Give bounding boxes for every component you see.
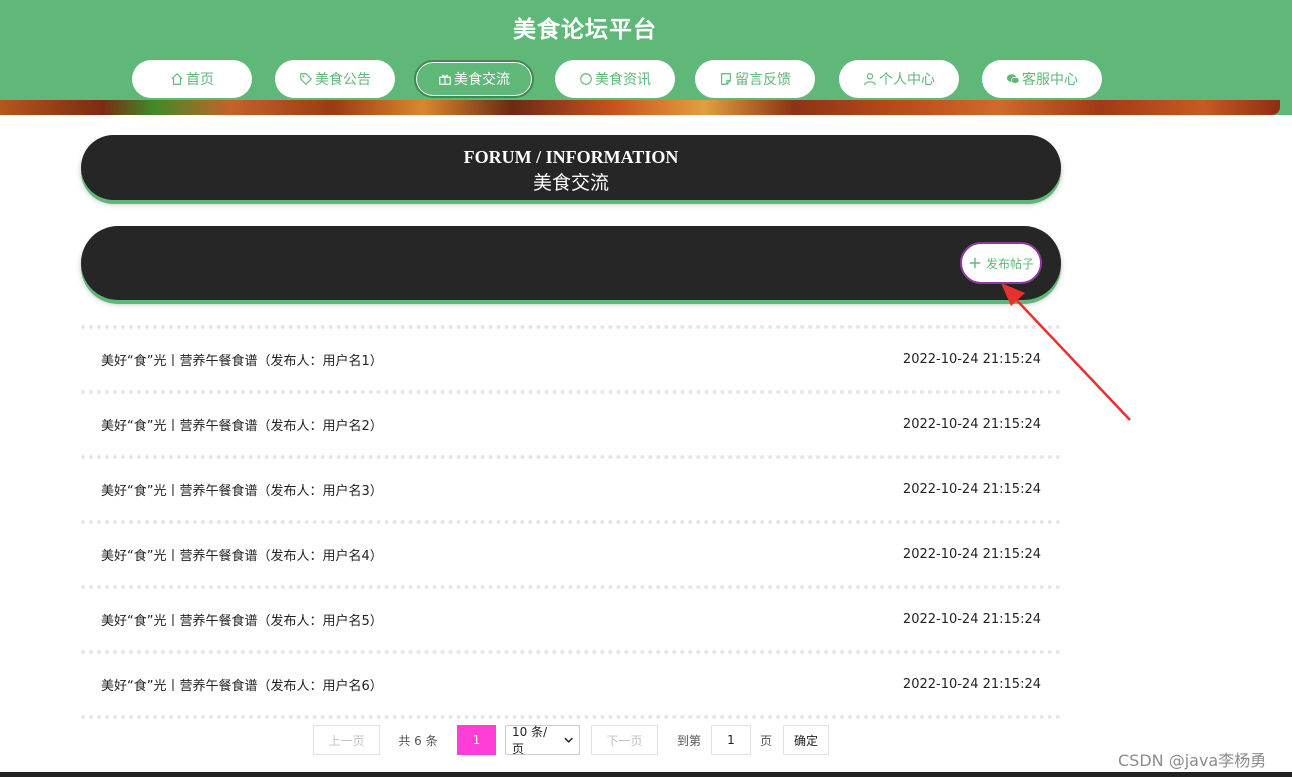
watermark: CSDN @java李杨勇 (1118, 751, 1267, 770)
prev-page-button[interactable]: 上一页 (313, 725, 380, 755)
chevron-down-icon (564, 737, 573, 743)
list-item[interactable]: 美好“食”光丨营养午餐食谱（发布人：用户名1） 2022-10-24 21:15… (81, 325, 1061, 390)
note-icon (721, 73, 731, 85)
post-time: 2022-10-24 21:15:24 (902, 547, 1041, 562)
post-time: 2022-10-24 21:15:24 (902, 612, 1041, 627)
post-title: 美好“食”光丨营养午餐食谱（发布人：用户名1） (101, 354, 383, 369)
nav-item-label: 首页 (186, 72, 214, 88)
bottom-bar (0, 772, 1292, 777)
nav-item-label: 美食公告 (315, 72, 371, 88)
user-icon (864, 73, 876, 86)
nav-item-service[interactable]: 客服中心 (982, 60, 1102, 98)
nav-item-label: 客服中心 (1022, 72, 1078, 88)
total-count: 共 6 条 (398, 733, 438, 748)
confirm-goto-button[interactable]: 确定 (783, 725, 829, 755)
nav-item-profile[interactable]: 个人中心 (839, 60, 959, 98)
section-title-en: FORUM / INFORMATION (463, 147, 679, 167)
page-size-select[interactable]: 10 条/页 (505, 725, 580, 756)
post-time: 2022-10-24 21:15:24 (902, 677, 1041, 692)
nav-item-forum[interactable]: 美食交流 (414, 60, 534, 98)
nav-item-label: 美食交流 (454, 72, 510, 88)
section-title-panel: FORUM / INFORMATION 美食交流 (81, 135, 1061, 200)
section-title-zh: 美食交流 (532, 173, 609, 194)
gift-icon (439, 74, 451, 85)
list-item[interactable]: 美好“食”光丨营养午餐食谱（发布人：用户名2） 2022-10-24 21:15… (81, 390, 1061, 455)
post-title: 美好“食”光丨营养午餐食谱（发布人：用户名4） (101, 549, 383, 564)
page-unit-label: 页 (759, 733, 772, 748)
nav-item-label: 个人中心 (879, 72, 935, 88)
nav-item-label: 留言反馈 (735, 72, 791, 88)
publish-post-button[interactable]: 发布帖子 (960, 242, 1042, 284)
page-size-value: 10 条/页 (512, 725, 548, 756)
tag-icon (300, 73, 313, 86)
banner-image (0, 100, 1280, 115)
nav-item-announcements[interactable]: 美食公告 (275, 60, 395, 98)
plus-icon (969, 257, 981, 269)
nav-item-news[interactable]: 美食资讯 (555, 60, 675, 98)
pagination: 上一页 共 6 条 1 10 条/页 下一页 到第 1 页 确定 (0, 725, 1292, 756)
wechat-icon (1006, 74, 1020, 84)
site-title: 美食论坛平台 (513, 17, 657, 43)
home-icon (171, 72, 183, 85)
main-nav: 首页 美食公告 美食交流 美食资讯 留言反馈 个人中心 客服中心 (0, 60, 1292, 98)
post-title: 美好“食”光丨营养午餐食谱（发布人：用户名6） (101, 679, 383, 694)
nav-item-home[interactable]: 首页 (132, 60, 252, 98)
goto-page-input[interactable]: 1 (711, 725, 751, 755)
post-title: 美好“食”光丨营养午餐食谱（发布人：用户名3） (101, 484, 383, 499)
header: 美食论坛平台 首页 美食公告 美食交流 美食资讯 留言反馈 个人中心 客服中心 (0, 0, 1292, 115)
post-list: 美好“食”光丨营养午餐食谱（发布人：用户名1） 2022-10-24 21:15… (81, 325, 1061, 719)
next-page-button[interactable]: 下一页 (591, 725, 658, 755)
nav-item-feedback[interactable]: 留言反馈 (695, 60, 815, 98)
action-panel: 发布帖子 (81, 226, 1061, 300)
goto-label: 到第 (676, 733, 701, 748)
list-item[interactable]: 美好“食”光丨营养午餐食谱（发布人：用户名6） 2022-10-24 21:15… (81, 650, 1061, 715)
post-time: 2022-10-24 21:15:24 (902, 352, 1041, 367)
list-item[interactable]: 美好“食”光丨营养午餐食谱（发布人：用户名3） 2022-10-24 21:15… (81, 455, 1061, 520)
nav-item-label: 美食资讯 (595, 72, 651, 88)
list-item[interactable]: 美好“食”光丨营养午餐食谱（发布人：用户名4） 2022-10-24 21:15… (81, 520, 1061, 585)
post-title: 美好“食”光丨营养午餐食谱（发布人：用户名5） (101, 614, 383, 629)
post-time: 2022-10-24 21:15:24 (902, 482, 1041, 497)
circle-icon (580, 73, 592, 85)
list-divider (81, 715, 1061, 719)
post-title: 美好“食”光丨营养午餐食谱（发布人：用户名2） (101, 419, 383, 434)
current-page[interactable]: 1 (457, 725, 496, 755)
list-item[interactable]: 美好“食”光丨营养午餐食谱（发布人：用户名5） 2022-10-24 21:15… (81, 585, 1061, 650)
post-time: 2022-10-24 21:15:24 (902, 417, 1041, 432)
publish-post-label: 发布帖子 (986, 256, 1035, 271)
